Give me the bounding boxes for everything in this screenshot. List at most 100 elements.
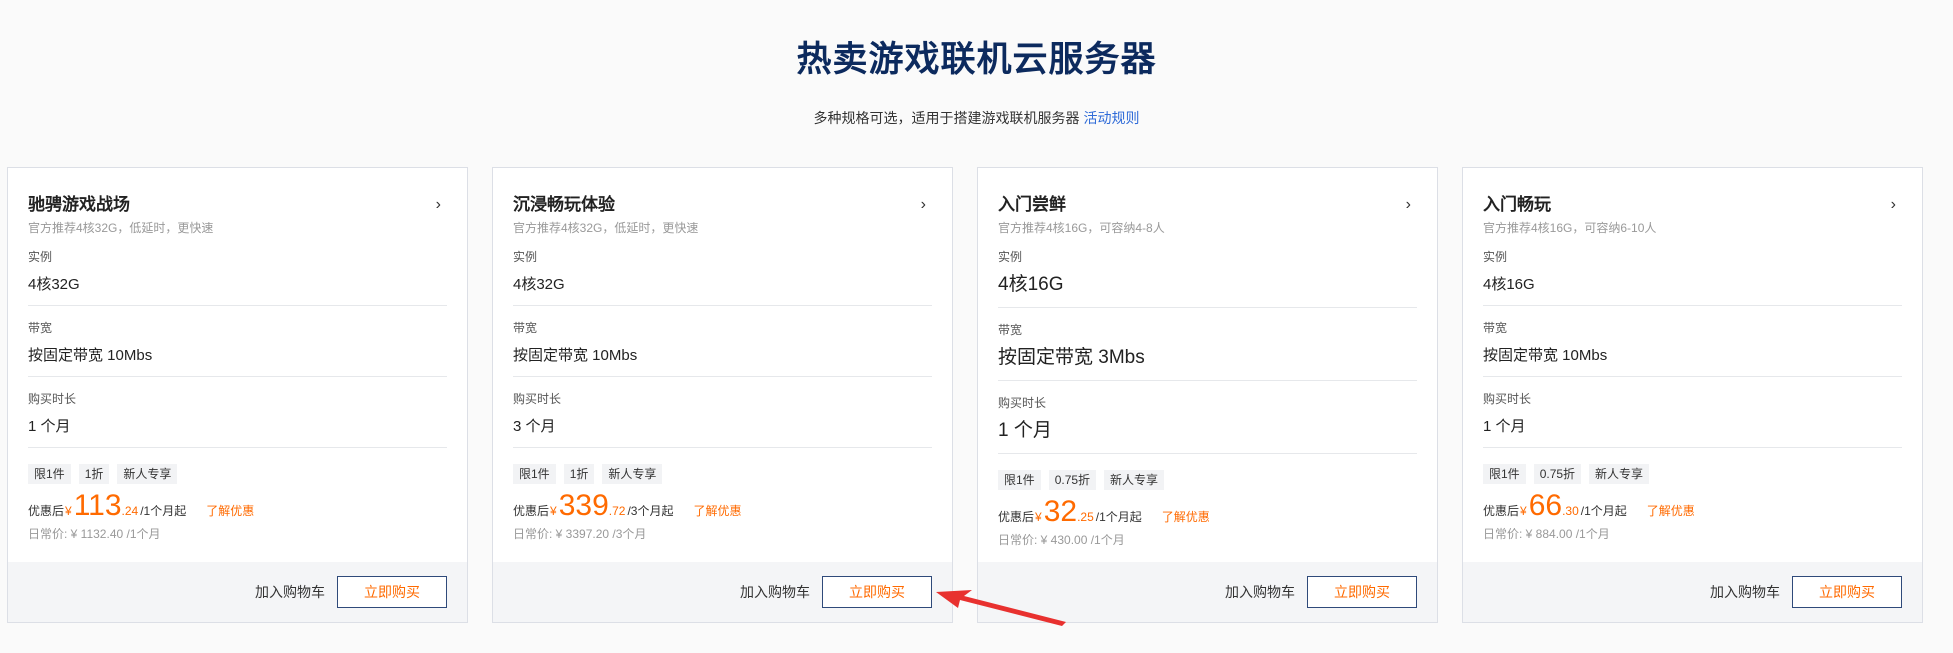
spec-value: 按固定带宽 3Mbs xyxy=(998,347,1145,368)
card-description: 官方推荐4核16G，可容纳6-10人 xyxy=(1483,221,1657,235)
spec-label: 带宽 xyxy=(1483,321,1508,335)
price-unit: /3个月起 xyxy=(627,504,674,518)
original-price: 日常价: ¥ 1132.40 /1个月 xyxy=(28,527,161,541)
page-title: 热卖游戏联机云服务器 xyxy=(796,40,1157,79)
card-header[interactable]: 沉浸畅玩体验 › xyxy=(513,193,932,217)
product-card: 驰骋游戏战场 › 官方推荐4核32G，低延时，更快速 实例 4核32G 带宽 按… xyxy=(7,167,468,623)
card-footer: 加入购物车 立即购买 xyxy=(8,562,467,622)
spec-value: 4核16G xyxy=(1483,276,1535,293)
card-footer: 加入购物车 立即购买 xyxy=(493,562,952,622)
price-prefix: 优惠后 xyxy=(998,510,1035,524)
spec-value: 4核16G xyxy=(998,274,1064,295)
subtitle-text: 多种规格可选，适用于搭建游戏联机服务器 xyxy=(813,110,1080,126)
card-footer: 加入购物车 立即购买 xyxy=(978,562,1437,622)
spec-bandwidth: 带宽 按固定带宽 10Mbs xyxy=(1483,306,1902,377)
spec-label: 购买时长 xyxy=(513,392,562,406)
tag: 1折 xyxy=(78,464,110,484)
card-description: 官方推荐4核32G，低延时，更快速 xyxy=(28,221,214,235)
discount-info-link[interactable]: 了解优惠 xyxy=(206,502,254,519)
price-decimal: .30 xyxy=(1562,504,1579,518)
card-header[interactable]: 入门畅玩 › xyxy=(1483,193,1902,217)
spec-duration: 购买时长 1 个月 xyxy=(998,381,1417,454)
card-title: 驰骋游戏战场 xyxy=(28,195,130,214)
page-header: 热卖游戏联机云服务器 多种规格可选，适用于搭建游戏联机服务器 活动规则 xyxy=(0,0,1953,128)
tag: 限1件 xyxy=(513,464,556,484)
page: 热卖游戏联机云服务器 多种规格可选，适用于搭建游戏联机服务器 活动规则 驰骋游戏战… xyxy=(0,0,1953,653)
price-decimal: .72 xyxy=(608,504,626,518)
tag: 新人专享 xyxy=(602,464,663,484)
card-title: 入门尝鲜 xyxy=(998,195,1066,214)
add-to-cart-button[interactable]: 加入购物车 xyxy=(740,582,810,602)
chevron-right-icon[interactable]: › xyxy=(1406,195,1417,215)
currency-symbol: ¥ xyxy=(1520,504,1527,518)
buy-now-button[interactable]: 立即购买 xyxy=(1792,576,1902,608)
add-to-cart-button[interactable]: 加入购物车 xyxy=(1710,582,1780,602)
spec-instance: 实例 4核16G xyxy=(1483,237,1902,306)
tag: 新人专享 xyxy=(117,464,178,484)
spec-instance: 实例 4核32G xyxy=(28,237,447,306)
spec-label: 带宽 xyxy=(998,323,1023,337)
spec-value: 1 个月 xyxy=(28,418,71,435)
price-prefix: 优惠后 xyxy=(513,504,550,518)
card-title: 沉浸畅玩体验 xyxy=(513,195,615,214)
tag-list: 限1件 0.75折 新人专享 xyxy=(1483,464,1902,484)
chevron-right-icon[interactable]: › xyxy=(436,195,447,215)
product-card: 入门尝鲜 › 官方推荐4核16G，可容纳4-8人 实例 4核16G 带宽 按固定… xyxy=(977,167,1438,623)
price-prefix: 优惠后 xyxy=(28,504,65,518)
spec-instance: 实例 4核16G xyxy=(998,237,1417,308)
spec-label: 购买时长 xyxy=(28,392,77,406)
original-price: 日常价: ¥ 884.00 /1个月 xyxy=(1483,527,1610,541)
rules-link[interactable]: 活动规则 xyxy=(1084,110,1140,126)
chevron-right-icon[interactable]: › xyxy=(921,195,932,215)
card-header[interactable]: 入门尝鲜 › xyxy=(998,193,1417,217)
spec-value: 3 个月 xyxy=(513,418,556,435)
price-unit: /1个月起 xyxy=(140,504,187,518)
price-integer: 339 xyxy=(558,489,609,522)
spec-duration: 购买时长 1 个月 xyxy=(1483,377,1902,448)
card-description: 官方推荐4核16G，可容纳4-8人 xyxy=(998,221,1165,235)
spec-label: 实例 xyxy=(28,250,53,264)
price-decimal: .24 xyxy=(121,504,139,518)
spec-label: 实例 xyxy=(1483,250,1508,264)
spec-bandwidth: 带宽 按固定带宽 3Mbs xyxy=(998,308,1417,381)
tag-list: 限1件 1折 新人专享 xyxy=(28,464,447,484)
card-footer: 加入购物车 立即购买 xyxy=(1463,562,1922,622)
add-to-cart-button[interactable]: 加入购物车 xyxy=(255,582,325,602)
spec-duration: 购买时长 3 个月 xyxy=(513,377,932,448)
price-prefix: 优惠后 xyxy=(1483,504,1520,518)
chevron-right-icon[interactable]: › xyxy=(1891,195,1902,215)
spec-value: 按固定带宽 10Mbs xyxy=(28,347,153,364)
tag: 限1件 xyxy=(998,470,1041,490)
spec-value: 4核32G xyxy=(28,276,80,293)
discount-info-link[interactable]: 了解优惠 xyxy=(693,502,741,519)
price-row: 优惠后 ¥ 113 .24 /1个月起 了解优惠 xyxy=(28,488,447,524)
buy-now-button[interactable]: 立即购买 xyxy=(337,576,447,608)
original-price: 日常价: ¥ 3397.20 /3个月 xyxy=(513,527,647,541)
spec-duration: 购买时长 1 个月 xyxy=(28,377,447,448)
buy-now-button[interactable]: 立即购买 xyxy=(822,576,932,608)
product-card: 入门畅玩 › 官方推荐4核16G，可容纳6-10人 实例 4核16G 带宽 按固… xyxy=(1462,167,1923,623)
spec-bandwidth: 带宽 按固定带宽 10Mbs xyxy=(28,306,447,377)
spec-label: 购买时长 xyxy=(998,396,1047,410)
price-integer: 32 xyxy=(1043,495,1078,528)
currency-symbol: ¥ xyxy=(1035,510,1042,524)
price-unit: /1个月起 xyxy=(1580,504,1627,518)
spec-bandwidth: 带宽 按固定带宽 10Mbs xyxy=(513,306,932,377)
tag: 0.75折 xyxy=(1048,470,1097,490)
tag: 新人专享 xyxy=(1104,470,1165,490)
price-unit: /1个月起 xyxy=(1095,510,1142,524)
price-row: 优惠后 ¥ 32 .25 /1个月起 了解优惠 xyxy=(998,494,1417,530)
buy-now-button[interactable]: 立即购买 xyxy=(1307,576,1417,608)
spec-label: 带宽 xyxy=(28,321,53,335)
card-title: 入门畅玩 xyxy=(1483,195,1551,214)
price-decimal: .25 xyxy=(1077,510,1094,524)
price-row: 优惠后 ¥ 339 .72 /3个月起 了解优惠 xyxy=(513,488,932,524)
spec-value: 4核32G xyxy=(513,276,565,293)
add-to-cart-button[interactable]: 加入购物车 xyxy=(1225,582,1295,602)
discount-info-link[interactable]: 了解优惠 xyxy=(1162,508,1210,525)
product-cards: 驰骋游戏战场 › 官方推荐4核32G，低延时，更快速 实例 4核32G 带宽 按… xyxy=(7,167,1947,623)
card-header[interactable]: 驰骋游戏战场 › xyxy=(28,193,447,217)
discount-info-link[interactable]: 了解优惠 xyxy=(1647,502,1695,519)
product-card: 沉浸畅玩体验 › 官方推荐4核32G，低延时，更快速 实例 4核32G 带宽 按… xyxy=(492,167,953,623)
price-integer: 113 xyxy=(73,489,122,522)
